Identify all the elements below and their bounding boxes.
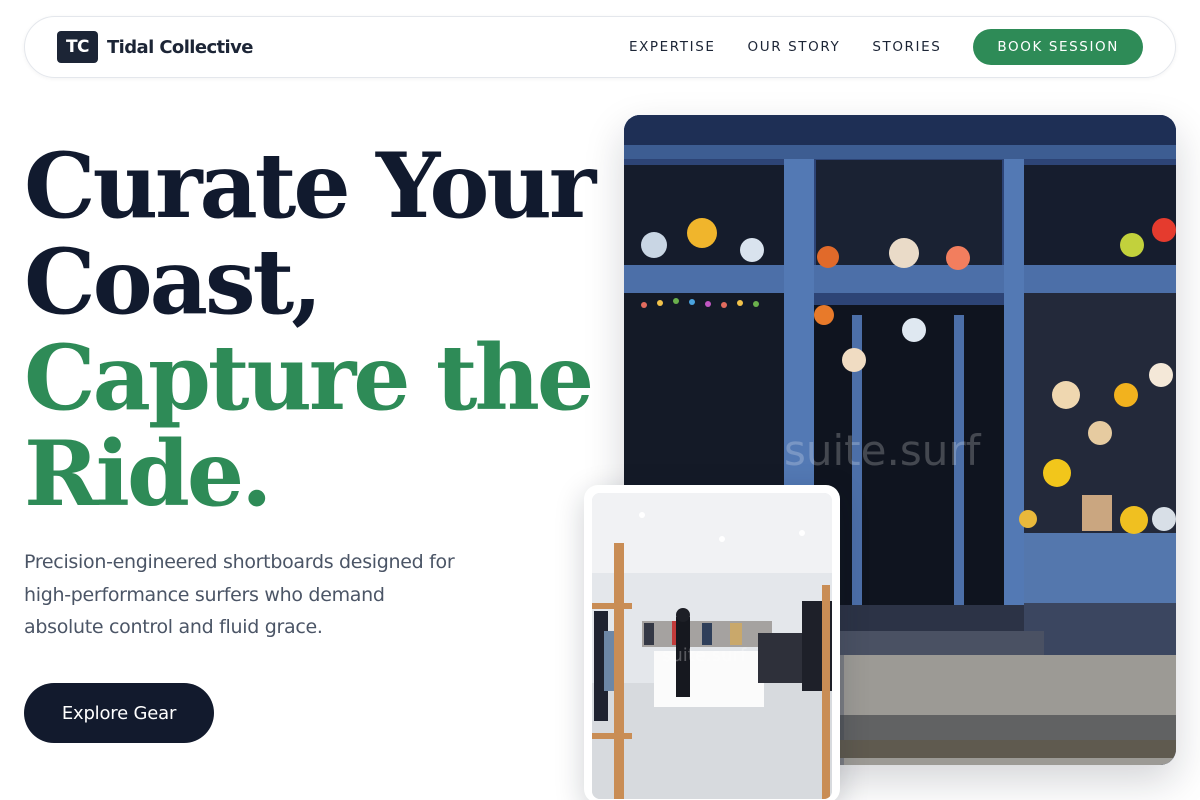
headline-line-2: Coast, (24, 229, 323, 335)
hero-subcopy: Precision-engineered shortboards designe… (24, 551, 455, 638)
explore-gear-button[interactable]: Explore Gear (24, 683, 214, 743)
brand-mark: TC (57, 31, 98, 63)
hero-headline: Curate Your Coast, Capture the Ride. (24, 138, 604, 522)
storefront-watermark: suite.surf (784, 426, 982, 475)
top-nav: TC Tidal Collective EXPERTISE OUR STORY … (24, 16, 1176, 78)
headline-accent-line-2: Ride. (24, 421, 273, 527)
interior-watermark: suite.surf (662, 645, 747, 666)
brand-name: Tidal Collective (107, 36, 253, 58)
nav-links: EXPERTISE OUR STORY STORIES BOOK SESSION (629, 29, 1143, 65)
book-session-button[interactable]: BOOK SESSION (973, 29, 1143, 65)
headline-accent-line-1: Capture the (24, 325, 594, 431)
interior-image: suite.surf (584, 485, 840, 800)
interior-photo: suite.surf (592, 493, 832, 799)
nav-link-our-story[interactable]: OUR STORY (748, 39, 841, 55)
brand-logo[interactable]: TC Tidal Collective (57, 31, 253, 63)
nav-link-stories[interactable]: STORIES (872, 39, 941, 55)
nav-link-expertise[interactable]: EXPERTISE (629, 39, 716, 55)
headline-line-1: Curate Your (24, 133, 596, 239)
